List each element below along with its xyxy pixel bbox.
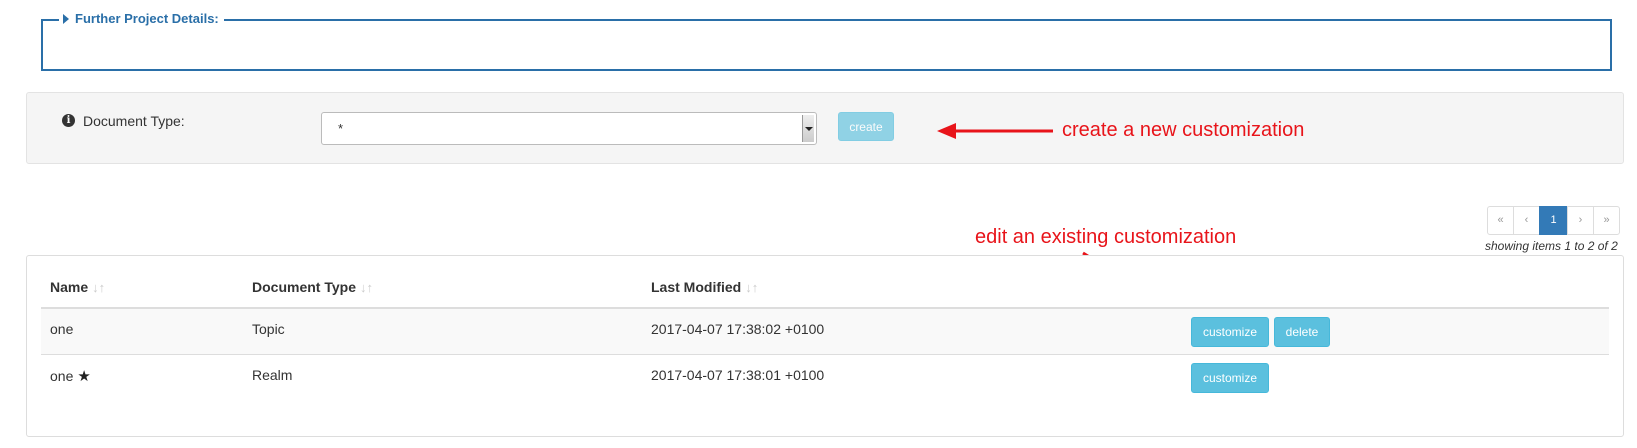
row-name-text: one bbox=[50, 321, 74, 337]
sort-icon[interactable]: ↓↑ bbox=[92, 280, 105, 295]
sort-icon[interactable]: ↓↑ bbox=[745, 280, 758, 295]
customize-button[interactable]: customize bbox=[1191, 363, 1269, 393]
sort-icon[interactable]: ↓↑ bbox=[360, 280, 373, 295]
create-annotation-text: create a new customization bbox=[1062, 119, 1305, 141]
delete-button[interactable]: delete bbox=[1274, 317, 1330, 347]
star-icon: ★ bbox=[77, 368, 91, 385]
row-document-type: Topic bbox=[252, 321, 285, 337]
row-name: one ★ bbox=[50, 367, 91, 385]
column-header-document-type[interactable]: Document Type ↓↑ bbox=[252, 279, 373, 295]
row-name-text: one bbox=[50, 368, 74, 384]
column-header-last-modified[interactable]: Last Modified ↓↑ bbox=[651, 279, 758, 295]
column-header-name-label: Name bbox=[50, 279, 89, 295]
column-header-document-type-label: Document Type bbox=[252, 279, 356, 295]
row-document-type: Realm bbox=[252, 367, 293, 383]
page-next-button[interactable]: › bbox=[1567, 206, 1594, 235]
create-annotation-arrowhead bbox=[937, 123, 956, 139]
page-1-button[interactable]: 1 bbox=[1539, 206, 1568, 235]
page-prev-button[interactable]: ‹ bbox=[1513, 206, 1540, 235]
page-last-button[interactable]: » bbox=[1593, 206, 1620, 235]
column-header-name[interactable]: Name ↓↑ bbox=[50, 279, 105, 295]
row-name: one bbox=[50, 321, 77, 338]
row-last-modified: 2017-04-07 17:38:01 +0100 bbox=[651, 367, 825, 383]
edit-annotation-text: edit an existing customization bbox=[975, 226, 1237, 248]
showing-items-text: showing items 1 to 2 of 2 bbox=[1485, 239, 1618, 253]
column-header-last-modified-label: Last Modified bbox=[651, 279, 742, 295]
pagination: « ‹ 1 › » bbox=[1487, 206, 1620, 235]
page-first-button[interactable]: « bbox=[1487, 206, 1514, 235]
row-last-modified: 2017-04-07 17:38:02 +0100 bbox=[651, 321, 825, 337]
customize-button[interactable]: customize bbox=[1191, 317, 1269, 347]
